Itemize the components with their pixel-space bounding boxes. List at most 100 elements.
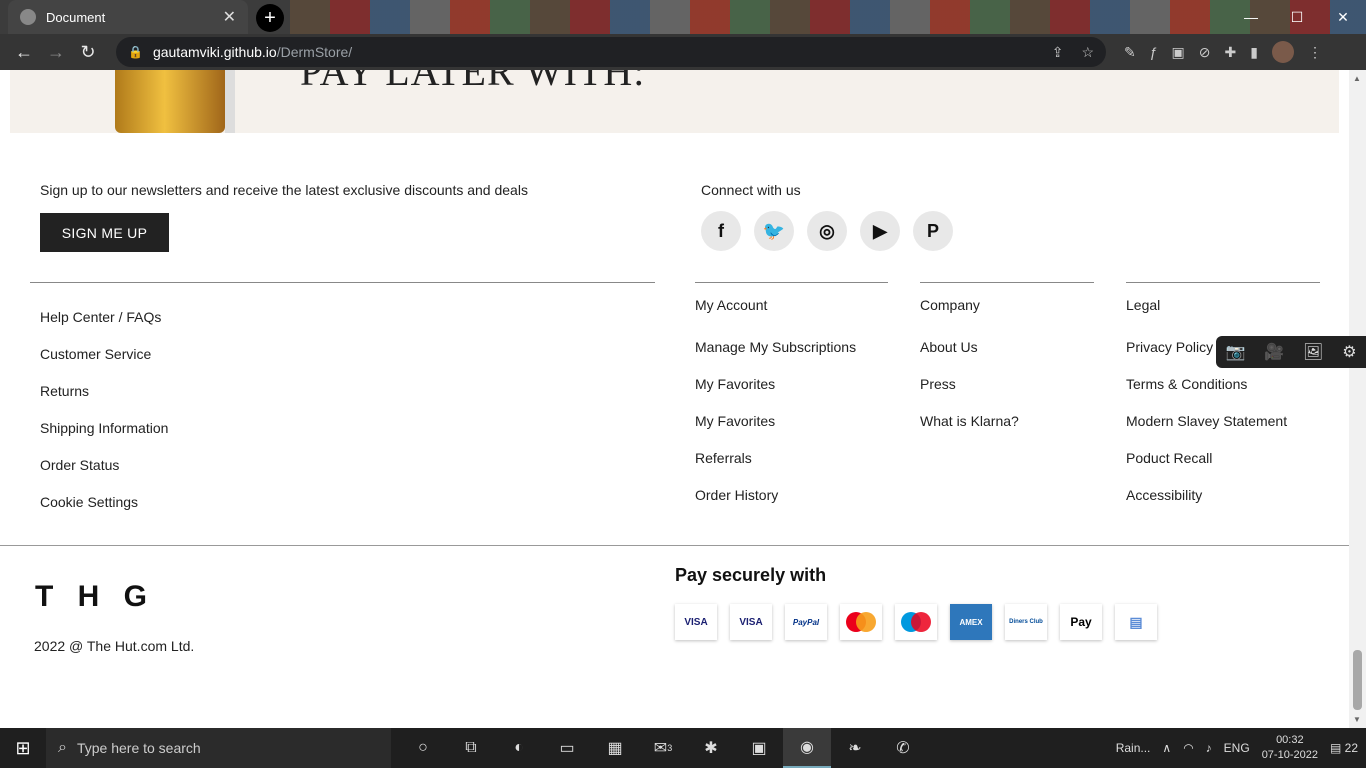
notification-count: 22 bbox=[1344, 741, 1358, 755]
scroll-down-icon[interactable]: ▼ bbox=[1353, 715, 1361, 724]
url-path: /DermStore/ bbox=[276, 44, 353, 60]
footer-link-about-us[interactable]: About Us bbox=[920, 337, 1019, 374]
profile-avatar[interactable] bbox=[1271, 41, 1294, 63]
footer-link-returns[interactable]: Returns bbox=[40, 381, 168, 418]
network-icon[interactable]: ◠ bbox=[1183, 741, 1193, 755]
footer-link-terms[interactable]: Terms & Conditions bbox=[1126, 374, 1287, 411]
amex-icon: AMEX bbox=[950, 604, 992, 640]
product-bottle-image bbox=[115, 70, 235, 133]
whatsapp-icon[interactable]: ✆ bbox=[879, 728, 927, 768]
extension-compass-icon[interactable]: ⊘ bbox=[1199, 44, 1211, 61]
camera-icon[interactable]: 📷 bbox=[1225, 342, 1245, 362]
file-explorer-icon[interactable]: ▭ bbox=[543, 728, 591, 768]
taskbar-search[interactable]: ⌕ Type here to search bbox=[46, 728, 391, 768]
cortana-icon[interactable]: ○ bbox=[399, 728, 447, 768]
taskbar-search-placeholder: Type here to search bbox=[76, 740, 201, 756]
forward-icon[interactable]: → bbox=[40, 36, 72, 68]
capture-toolbar: 📷 🎥 🖼 ⚙ bbox=[1216, 336, 1366, 368]
card-icon: ▤ bbox=[1115, 604, 1157, 640]
side-panel-icon[interactable]: ▮ bbox=[1250, 44, 1258, 61]
chrome-icon[interactable]: ◉ bbox=[783, 728, 831, 768]
footer-link-referrals[interactable]: Referrals bbox=[695, 448, 856, 485]
scroll-up-icon[interactable]: ▲ bbox=[1353, 74, 1361, 83]
visa-icon: VISA bbox=[730, 604, 772, 640]
close-window-icon[interactable]: ✕ bbox=[1320, 0, 1366, 34]
diners-club-icon: Diners Club bbox=[1005, 604, 1047, 640]
mastercard-icon bbox=[840, 604, 882, 640]
volume-icon[interactable]: ♪ bbox=[1206, 741, 1212, 755]
account-heading[interactable]: My Account bbox=[695, 297, 767, 313]
extensions-puzzle-icon[interactable]: ✚ bbox=[1225, 44, 1237, 61]
maximize-icon[interactable]: ☐ bbox=[1274, 0, 1320, 34]
browser-tab-strip: Document ✕ + — ☐ ✕ bbox=[0, 0, 1366, 34]
weather-text[interactable]: Rain... bbox=[1116, 741, 1151, 755]
store-icon[interactable]: ▦ bbox=[591, 728, 639, 768]
footer-link-order-status[interactable]: Order Status bbox=[40, 455, 168, 492]
slack-icon[interactable]: ✱ bbox=[687, 728, 735, 768]
image-icon[interactable]: 🖼 bbox=[1303, 342, 1323, 362]
footer-divider bbox=[0, 545, 1349, 546]
visa-icon: VISA bbox=[675, 604, 717, 640]
new-tab-button[interactable]: + bbox=[256, 4, 284, 32]
extension-screenshot-icon[interactable]: ▣ bbox=[1172, 44, 1185, 61]
edge-icon[interactable]: ◐ bbox=[495, 728, 543, 768]
clock-time: 00:32 bbox=[1276, 734, 1304, 746]
apple-pay-icon: Pay bbox=[1060, 604, 1102, 640]
minimize-icon[interactable]: — bbox=[1228, 0, 1274, 34]
scrollbar-thumb[interactable] bbox=[1353, 650, 1362, 710]
payment-title: Pay securely with bbox=[675, 565, 827, 585]
footer-link-modern-slavery[interactable]: Modern Slavey Statement bbox=[1126, 411, 1287, 448]
reload-icon[interactable]: ↻ bbox=[72, 36, 104, 68]
spring-icon[interactable]: ❧ bbox=[831, 728, 879, 768]
footer-link-press[interactable]: Press bbox=[920, 374, 1019, 411]
footer-link-favorites[interactable]: My Favorites bbox=[695, 411, 856, 448]
extension-formula-icon[interactable]: ƒ bbox=[1150, 44, 1158, 60]
maestro-icon bbox=[895, 604, 937, 640]
video-icon[interactable]: 🎥 bbox=[1264, 342, 1284, 362]
footer-link-cookie-settings[interactable]: Cookie Settings bbox=[40, 492, 168, 529]
footer-link-product-recall[interactable]: Poduct Recall bbox=[1126, 448, 1287, 485]
chevron-up-icon[interactable]: ∧ bbox=[1162, 741, 1171, 755]
search-icon: ⌕ bbox=[58, 739, 67, 756]
browser-tab[interactable]: Document ✕ bbox=[8, 0, 248, 34]
newsletter-text: Sign up to our newsletters and receive t… bbox=[40, 182, 528, 198]
company-heading: Company bbox=[920, 297, 980, 313]
pinterest-icon[interactable]: P bbox=[913, 211, 953, 251]
footer-link-help-center[interactable]: Help Center / FAQs bbox=[40, 307, 168, 344]
address-bar[interactable]: 🔒 gautamviki.github.io/DermStore/ ⇪ ☆ bbox=[116, 37, 1106, 67]
sign-up-button[interactable]: SIGN ME UP bbox=[40, 213, 169, 252]
promo-banner[interactable]: PAY LATER WITH: bbox=[10, 70, 1339, 133]
divider bbox=[695, 282, 888, 283]
bookmark-star-icon[interactable]: ☆ bbox=[1081, 44, 1094, 61]
instagram-icon[interactable]: ◎ bbox=[807, 211, 847, 251]
footer-link-favorites[interactable]: My Favorites bbox=[695, 374, 856, 411]
footer-link-shipping[interactable]: Shipping Information bbox=[40, 418, 168, 455]
footer-link-order-history[interactable]: Order History bbox=[695, 485, 856, 522]
language-indicator[interactable]: ENG bbox=[1224, 741, 1250, 755]
twitter-icon[interactable]: 🐦 bbox=[754, 211, 794, 251]
system-clock[interactable]: 00:32 07-10-2022 bbox=[1262, 733, 1318, 763]
windows-start-icon[interactable]: ⊞ bbox=[0, 728, 46, 768]
notifications-icon[interactable]: ▤ 22 bbox=[1330, 741, 1358, 755]
youtube-icon[interactable]: ▶ bbox=[860, 211, 900, 251]
task-view-icon[interactable]: ⧉ bbox=[447, 728, 495, 768]
settings-gear-icon[interactable]: ⚙ bbox=[1342, 342, 1356, 362]
back-icon[interactable]: ← bbox=[8, 36, 40, 68]
footer-link-customer-service[interactable]: Customer Service bbox=[40, 344, 168, 381]
extension-pen-icon[interactable]: ✎ bbox=[1124, 44, 1136, 61]
menu-kebab-icon[interactable]: ⋮ bbox=[1308, 44, 1322, 61]
footer-link-accessibility[interactable]: Accessibility bbox=[1126, 485, 1287, 522]
lock-icon[interactable]: 🔒 bbox=[128, 45, 143, 59]
browser-toolbar: ← → ↻ 🔒 gautamviki.github.io/DermStore/ … bbox=[0, 34, 1366, 70]
browser-theme-art bbox=[290, 0, 1366, 34]
facebook-icon[interactable]: f bbox=[701, 211, 741, 251]
footer-link-subscriptions[interactable]: Manage My Subscriptions bbox=[695, 337, 856, 374]
page-scrollbar[interactable]: ▲ ▼ bbox=[1349, 70, 1366, 728]
zoom-icon[interactable]: ▣ bbox=[735, 728, 783, 768]
mail-icon[interactable]: ✉ 3 bbox=[639, 728, 687, 768]
share-icon[interactable]: ⇪ bbox=[1052, 44, 1064, 61]
footer-link-klarna[interactable]: What is Klarna? bbox=[920, 411, 1019, 448]
banner-text: PAY LATER WITH: bbox=[300, 70, 646, 94]
close-icon[interactable]: ✕ bbox=[223, 7, 236, 27]
brand-logo[interactable]: T H G bbox=[35, 580, 155, 614]
